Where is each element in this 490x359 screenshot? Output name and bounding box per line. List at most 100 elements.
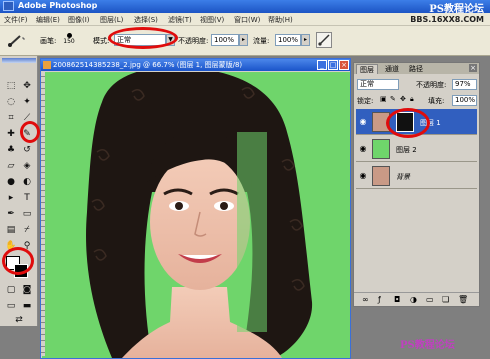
menu-help[interactable]: 帮助(H)	[268, 15, 293, 25]
visibility-eye-icon[interactable]: ◉	[358, 144, 368, 154]
clone-stamp-icon[interactable]: ♣	[4, 144, 18, 157]
layer-thumbnail	[372, 139, 390, 159]
tab-channels[interactable]: 通道	[382, 64, 402, 74]
photoshop-logo-icon	[3, 1, 14, 11]
watermark-bottom: PS教程论坛	[400, 340, 455, 351]
visibility-eye-icon[interactable]: ◉	[358, 171, 368, 181]
opacity-slider-arrow-icon[interactable]: ▸	[239, 34, 248, 46]
notes-tool-icon[interactable]: ▤	[4, 224, 18, 237]
document-title: 200862514385238_2.jpg @ 66.7% (图层 1, 图层蒙…	[53, 61, 243, 69]
maximize-button[interactable]: □	[328, 60, 338, 70]
right-edge	[480, 56, 490, 359]
highlight-color-ring	[2, 247, 34, 275]
title-bar: Adobe Photoshop PS教程论坛	[0, 0, 490, 15]
layer-thumbnail	[372, 166, 390, 186]
highlight-mask-ring	[386, 108, 430, 138]
layer-row-2[interactable]: ◉ 图层 2	[356, 136, 477, 162]
adjustment-icon[interactable]: ◑	[410, 295, 417, 304]
layer-opacity-input[interactable]: 97%	[452, 79, 477, 90]
airbrush-toggle[interactable]	[316, 32, 332, 48]
layer-row-background[interactable]: ◉ 背景	[356, 163, 477, 189]
flow-label: 流量:	[253, 37, 270, 45]
document-icon	[43, 61, 51, 69]
history-brush-icon[interactable]: ↺	[20, 144, 34, 157]
tab-paths[interactable]: 路径	[406, 64, 426, 74]
toolbox-grip[interactable]	[2, 58, 36, 63]
menu-select[interactable]: 选择(S)	[134, 15, 158, 25]
flow-slider-arrow-icon[interactable]: ▸	[301, 34, 310, 46]
airbrush-icon	[318, 34, 330, 46]
menu-layer[interactable]: 图层(L)	[100, 15, 123, 25]
close-button[interactable]: ×	[339, 60, 349, 70]
lock-paint-icon[interactable]: ✎	[390, 95, 396, 103]
marquee-tool-icon[interactable]: ⬚	[4, 80, 18, 93]
quick-mask-icon[interactable]: ◙	[20, 284, 34, 297]
document-window: 200862514385238_2.jpg @ 66.7% (图层 1, 图层蒙…	[40, 58, 351, 359]
paint-bucket-icon[interactable]: ◈	[20, 160, 34, 173]
link-icon[interactable]: ∞	[362, 295, 369, 304]
menu-view[interactable]: 视图(V)	[200, 15, 224, 25]
layer-name: 背景	[396, 173, 410, 181]
path-selection-icon[interactable]: ▸	[4, 192, 18, 205]
menu-filter[interactable]: 滤镜(T)	[168, 15, 192, 25]
lock-row: 锁定: ▣ ✎ ✥ 🔒︎ 填充: 100%	[354, 94, 479, 107]
lock-transparency-icon[interactable]: ▣	[380, 95, 387, 103]
opacity-input[interactable]: 100%	[211, 34, 239, 46]
type-tool-icon[interactable]: T	[20, 192, 34, 205]
layers-panel: 图层 通道 路径 × 正常 不透明度: 97% 锁定: ▣ ✎ ✥ 🔒︎ 填充:…	[353, 62, 480, 307]
folder-icon[interactable]: ▭	[426, 295, 434, 304]
crop-tool-icon[interactable]: ⌗	[4, 112, 18, 125]
panel-close-icon[interactable]: ×	[469, 64, 477, 72]
healing-brush-icon[interactable]: ✚	[4, 128, 18, 141]
flow-input[interactable]: 100%	[275, 34, 301, 46]
highlight-mode-ring	[108, 27, 178, 49]
watermark-url: BBS.16XX8.COM	[410, 15, 484, 24]
dodge-tool-icon[interactable]: ◐	[20, 176, 34, 189]
screen-mode-icon[interactable]: ▭	[4, 300, 18, 313]
eraser-tool-icon[interactable]: ▱	[4, 160, 18, 173]
full-screen-icon[interactable]: ▬	[20, 300, 34, 313]
fill-input[interactable]: 100%	[452, 95, 477, 106]
layer-name: 图层 2	[396, 146, 417, 154]
brush-size: 150	[63, 38, 75, 45]
menu-edit[interactable]: 编辑(E)	[36, 15, 60, 25]
document-titlebar[interactable]: 200862514385238_2.jpg @ 66.7% (图层 1, 图层蒙…	[41, 59, 350, 71]
portrait-image	[42, 72, 350, 358]
move-tool-icon[interactable]: ✥	[20, 80, 34, 93]
new-layer-icon[interactable]: ❏	[442, 295, 449, 304]
blend-mode-select[interactable]: 正常	[357, 79, 399, 90]
mask-icon[interactable]: ◘	[394, 295, 400, 304]
eyedropper-icon[interactable]: ⌿	[20, 224, 34, 237]
opacity-label: 不透明度:	[178, 37, 209, 45]
blur-tool-icon[interactable]: ●	[4, 176, 18, 189]
brush-preset-picker[interactable]: 150	[62, 31, 76, 49]
magic-wand-icon[interactable]: ✦	[20, 96, 34, 109]
fx-icon[interactable]: ƒ	[378, 295, 381, 304]
image-canvas[interactable]	[42, 72, 350, 358]
toolbox: ⬚ ✥ ◌ ✦ ⌗ ⟋ ✚ ✎ ♣ ↺ ▱ ◈ ● ◐ ▸ T ✒ ▭ ▤ ⌿ …	[0, 56, 38, 326]
pen-tool-icon[interactable]: ✒	[4, 208, 18, 221]
shape-tool-icon[interactable]: ▭	[20, 208, 34, 221]
visibility-eye-icon[interactable]: ◉	[358, 117, 368, 127]
minimize-button[interactable]: _	[317, 60, 327, 70]
lasso-tool-icon[interactable]: ◌	[4, 96, 18, 109]
menu-window[interactable]: 窗口(W)	[234, 15, 260, 25]
highlight-brush-ring	[20, 121, 40, 143]
blend-row: 正常 不透明度: 97%	[354, 77, 479, 92]
brush-tool-icon[interactable]	[6, 34, 26, 48]
menu-image[interactable]: 图像(I)	[68, 15, 90, 25]
menu-file[interactable]: 文件(F)	[4, 15, 28, 25]
jump-to-imageready-icon[interactable]: ⇄	[12, 314, 26, 327]
lock-label: 锁定:	[357, 97, 374, 105]
trash-icon[interactable]: 🗑︎	[458, 295, 468, 304]
app-title: Adobe Photoshop	[18, 1, 98, 10]
lock-move-icon[interactable]: ✥	[400, 95, 406, 103]
options-bar: 画笔: 150 模式: 正常 ▼ 不透明度: 100% ▸ 流量: 100% ▸	[0, 26, 490, 56]
layers-tab-bar: 图层 通道 路径 ×	[354, 63, 479, 74]
mode-label: 模式:	[93, 37, 110, 45]
fill-label: 填充:	[428, 97, 445, 105]
menu-bar: 文件(F) 编辑(E) 图像(I) 图层(L) 选择(S) 滤镜(T) 视图(V…	[0, 13, 490, 26]
standard-mode-icon[interactable]: ▢	[4, 284, 18, 297]
lock-all-icon[interactable]: 🔒︎	[410, 95, 414, 104]
tab-layers[interactable]: 图层	[356, 64, 378, 74]
